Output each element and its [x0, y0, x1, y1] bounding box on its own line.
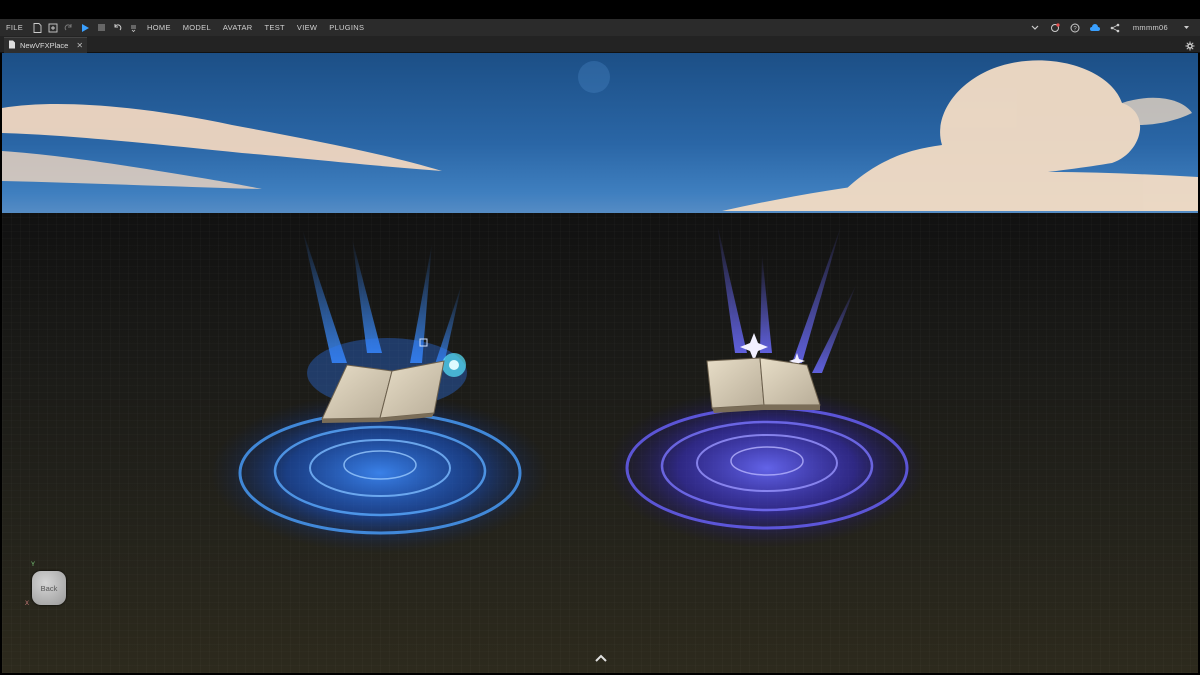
view-cube-back-face[interactable]: Back — [32, 571, 66, 605]
menu-plugins[interactable]: PLUGINS — [323, 23, 370, 32]
new-file-icon[interactable] — [31, 22, 43, 34]
scene-render — [2, 60, 1198, 553]
axis-x-label: X — [25, 601, 30, 607]
tab-label: NewVFXPlace — [20, 41, 69, 50]
redo-icon[interactable] — [63, 22, 75, 34]
cloud-left — [2, 104, 442, 189]
help-icon[interactable]: ? — [1069, 22, 1081, 34]
stop-icon[interactable] — [95, 22, 107, 34]
notifications-icon[interactable] — [1049, 22, 1061, 34]
document-icon — [8, 40, 16, 51]
file-menu[interactable]: FILE — [0, 23, 29, 32]
menu-test[interactable]: TEST — [259, 23, 291, 32]
share-icon[interactable] — [1109, 22, 1121, 34]
close-tab-icon[interactable]: ✕ — [76, 41, 83, 50]
menu-home[interactable]: HOME — [141, 23, 177, 32]
top-black-bar — [0, 0, 1200, 19]
menubar-right-tools: ? mmmm06 — [1027, 19, 1194, 36]
cloud-icon[interactable] — [1089, 22, 1101, 34]
axis-y-label: Y — [31, 562, 36, 568]
open-file-icon[interactable] — [47, 22, 59, 34]
chevron-up-icon[interactable] — [593, 651, 609, 663]
menu-avatar[interactable]: AVATAR — [217, 23, 259, 32]
menu-bar: FILE HOME MODEL AVATAR TEST VIEW PLUGINS… — [0, 19, 1200, 36]
menu-view[interactable]: VIEW — [291, 23, 323, 32]
play-icon[interactable] — [79, 22, 91, 34]
view-cube[interactable]: Y Back X — [25, 562, 71, 610]
document-tab-bar: NewVFXPlace ✕ — [0, 36, 1200, 53]
3d-viewport[interactable]: Y Back X — [2, 53, 1198, 673]
undo-icon[interactable] — [111, 22, 123, 34]
history-dropdown-icon[interactable] — [127, 22, 139, 34]
cloud-right — [722, 60, 1198, 211]
book-right — [706, 357, 821, 413]
menu-model[interactable]: MODEL — [177, 23, 217, 32]
chevron-down-icon[interactable] — [1029, 22, 1041, 34]
tab-newvfxplace[interactable]: NewVFXPlace ✕ — [4, 37, 88, 53]
user-dropdown-icon[interactable] — [1180, 22, 1192, 34]
username-label[interactable]: mmmm06 — [1127, 23, 1174, 32]
